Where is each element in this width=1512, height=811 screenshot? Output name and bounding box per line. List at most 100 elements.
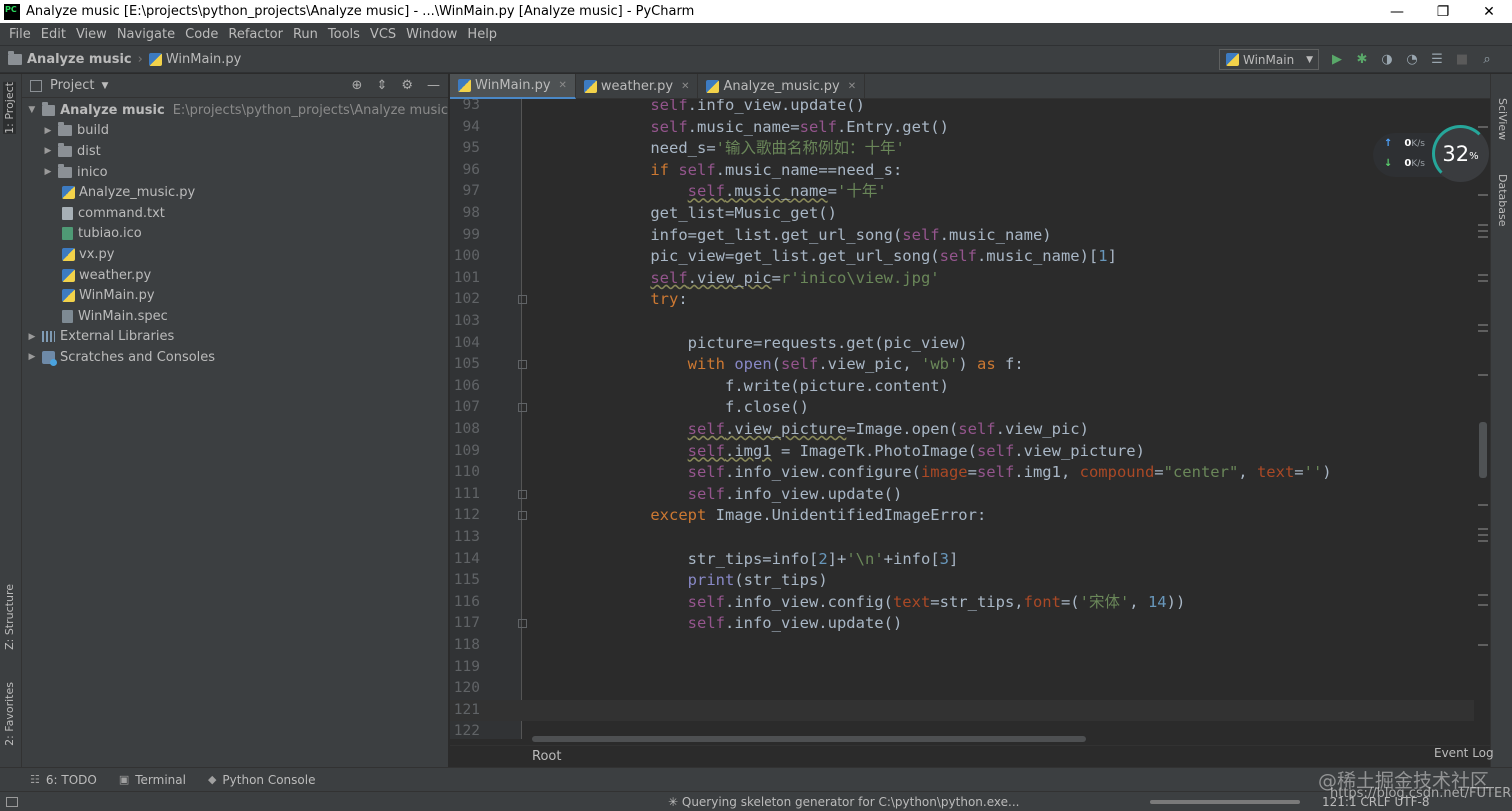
chevron-right-icon[interactable]: ▶ — [26, 352, 38, 362]
run-icon[interactable]: ▶ — [1328, 50, 1346, 68]
error-stripe[interactable] — [1477, 124, 1489, 739]
tab-project-tool[interactable]: 1: Project — [3, 82, 16, 134]
code-line: 103 — [453, 313, 480, 329]
fold-marker-icon[interactable] — [518, 403, 527, 413]
menu-help[interactable]: Help — [462, 27, 502, 42]
python-file-icon — [62, 268, 75, 282]
tree-item-scratches[interactable]: ▶ Scratches and Consoles — [22, 347, 448, 368]
chevron-right-icon[interactable]: ▶ — [42, 146, 54, 156]
menu-window[interactable]: Window — [401, 27, 462, 42]
left-tool-strip: 1: Project Z: Structure 2: Favorites — [0, 74, 22, 767]
maximize-button[interactable]: ❐ — [1420, 0, 1466, 23]
code-line: 95 need_s='输入歌曲名称例如：十年' — [462, 139, 905, 158]
code-line: 113 — [453, 529, 480, 545]
chevron-down-icon[interactable]: ▼ — [101, 81, 108, 91]
menu-view[interactable]: View — [71, 27, 112, 42]
close-icon[interactable]: ✕ — [559, 80, 567, 91]
tab-todo[interactable]: ☷ 6: TODO — [30, 773, 97, 787]
fold-marker-icon[interactable] — [518, 360, 527, 370]
gear-icon[interactable]: ⚙ — [401, 78, 413, 93]
close-button[interactable]: ✕ — [1466, 0, 1512, 23]
search-icon[interactable]: ⌕ — [1478, 50, 1496, 68]
breadcrumb-file[interactable]: WinMain.py — [148, 52, 241, 67]
tab-python-console[interactable]: ◆ Python Console — [208, 773, 316, 787]
toggle-tool-windows-icon[interactable] — [6, 796, 18, 807]
folder-icon — [58, 142, 72, 157]
code-text-area[interactable]: 93 self.info_view.update() 94 self.music… — [450, 99, 1490, 739]
chevron-down-icon[interactable]: ▼ — [26, 105, 38, 115]
menu-tools[interactable]: Tools — [323, 27, 365, 42]
download-arrow-icon: ↓ — [1384, 158, 1393, 169]
python-console-icon: ◆ — [207, 773, 217, 786]
tab-terminal[interactable]: ▣ Terminal — [119, 773, 186, 787]
fold-marker-icon[interactable] — [518, 619, 527, 629]
python-file-icon — [458, 79, 471, 92]
close-icon[interactable]: ✕ — [848, 81, 856, 92]
code-line: 100 pic_view=get_list.get_url_song(self.… — [453, 247, 1117, 266]
tree-item-winmain-py[interactable]: WinMain.py — [22, 285, 448, 306]
debug-icon[interactable]: ✱ — [1353, 50, 1371, 68]
cpu-gauge: 32% — [1432, 125, 1489, 182]
event-log-button[interactable]: Event Log — [1434, 746, 1494, 760]
horizontal-scrollbar[interactable] — [532, 736, 1086, 742]
run-configuration-select[interactable]: WinMain ▼ — [1219, 49, 1319, 70]
tab-analyze-music-py[interactable]: Analyze_music.py ✕ — [698, 74, 866, 99]
chevron-right-icon[interactable]: ▶ — [42, 126, 54, 136]
spinner-icon: ✳ — [668, 794, 682, 809]
chevron-down-icon: ▼ — [1306, 54, 1313, 65]
tab-sciview-tool[interactable]: SciView — [1496, 98, 1509, 140]
vertical-scrollbar[interactable] — [1479, 422, 1487, 478]
chevron-right-icon[interactable]: ▶ — [26, 332, 38, 342]
tree-item-dist[interactable]: ▶ dist — [22, 141, 448, 162]
tree-item-weather-py[interactable]: weather.py — [22, 265, 448, 286]
menu-edit[interactable]: Edit — [36, 27, 71, 42]
python-file-icon — [62, 186, 75, 200]
project-view-select[interactable]: Project — [50, 78, 94, 93]
hide-icon[interactable]: — — [427, 78, 440, 93]
tree-item-winmain-spec[interactable]: WinMain.spec — [22, 306, 448, 327]
code-editor: WinMain.py ✕ weather.py ✕ Analyze_music.… — [450, 74, 1490, 767]
tree-item-tubiao-ico[interactable]: tubiao.ico — [22, 224, 448, 245]
fold-marker-icon[interactable] — [518, 295, 527, 305]
tab-weather-py[interactable]: weather.py ✕ — [576, 74, 699, 99]
tab-favorites-tool[interactable]: 2: Favorites — [3, 682, 16, 746]
chevron-right-icon: › — [137, 51, 143, 67]
menu-run[interactable]: Run — [288, 27, 323, 42]
code-line: 96 if self.music_name==need_s: — [462, 160, 903, 179]
python-file-icon — [706, 80, 720, 93]
menu-code[interactable]: Code — [180, 27, 223, 42]
tree-item-vx-py[interactable]: vx.py — [22, 244, 448, 265]
fold-marker-icon[interactable] — [518, 489, 527, 499]
tab-winmain-py[interactable]: WinMain.py ✕ — [450, 74, 576, 99]
tab-structure-tool[interactable]: Z: Structure — [3, 584, 16, 650]
fold-marker-icon[interactable] — [518, 511, 527, 521]
right-tool-strip: SciView Database — [1490, 74, 1512, 767]
breadcrumb-root[interactable]: Root — [532, 749, 561, 764]
menu-vcs[interactable]: VCS — [365, 27, 401, 42]
tree-item-external-libraries[interactable]: ▶ External Libraries — [22, 327, 448, 348]
stop-icon[interactable]: ■ — [1453, 50, 1471, 68]
tree-item-command-txt[interactable]: command.txt — [22, 203, 448, 224]
chevron-right-icon[interactable]: ▶ — [42, 167, 54, 177]
menu-refactor[interactable]: Refactor — [223, 27, 288, 42]
tab-database-tool[interactable]: Database — [1496, 174, 1509, 227]
code-line: 105 with open(self.view_pic, 'wb') as f: — [453, 355, 1024, 374]
locate-icon[interactable]: ⊕ — [352, 78, 363, 93]
tree-item-analyze-music-py[interactable]: Analyze_music.py — [22, 182, 448, 203]
python-file-icon — [62, 247, 75, 261]
scratches-icon — [42, 350, 57, 366]
navigation-bar: Analyze music › WinMain.py WinMain ▼ ▶ ✱… — [0, 45, 1512, 73]
profile-icon[interactable]: ◔ — [1403, 50, 1421, 68]
tree-item-build[interactable]: ▶ build — [22, 121, 448, 142]
python-file-icon — [1226, 53, 1239, 66]
breadcrumb-project[interactable]: Analyze music — [8, 50, 132, 67]
coverage-icon[interactable]: ◑ — [1378, 50, 1396, 68]
menu-file[interactable]: File — [4, 27, 36, 42]
concurrency-icon[interactable]: ☰ — [1428, 50, 1446, 68]
minimize-button[interactable]: — — [1374, 0, 1420, 23]
tree-item-inico[interactable]: ▶ inico — [22, 162, 448, 183]
menu-navigate[interactable]: Navigate — [112, 27, 180, 42]
collapse-all-icon[interactable]: ⇕ — [376, 78, 387, 93]
close-icon[interactable]: ✕ — [681, 81, 689, 92]
tree-root[interactable]: ▼ Analyze music E:\projects\python_proje… — [22, 100, 448, 121]
